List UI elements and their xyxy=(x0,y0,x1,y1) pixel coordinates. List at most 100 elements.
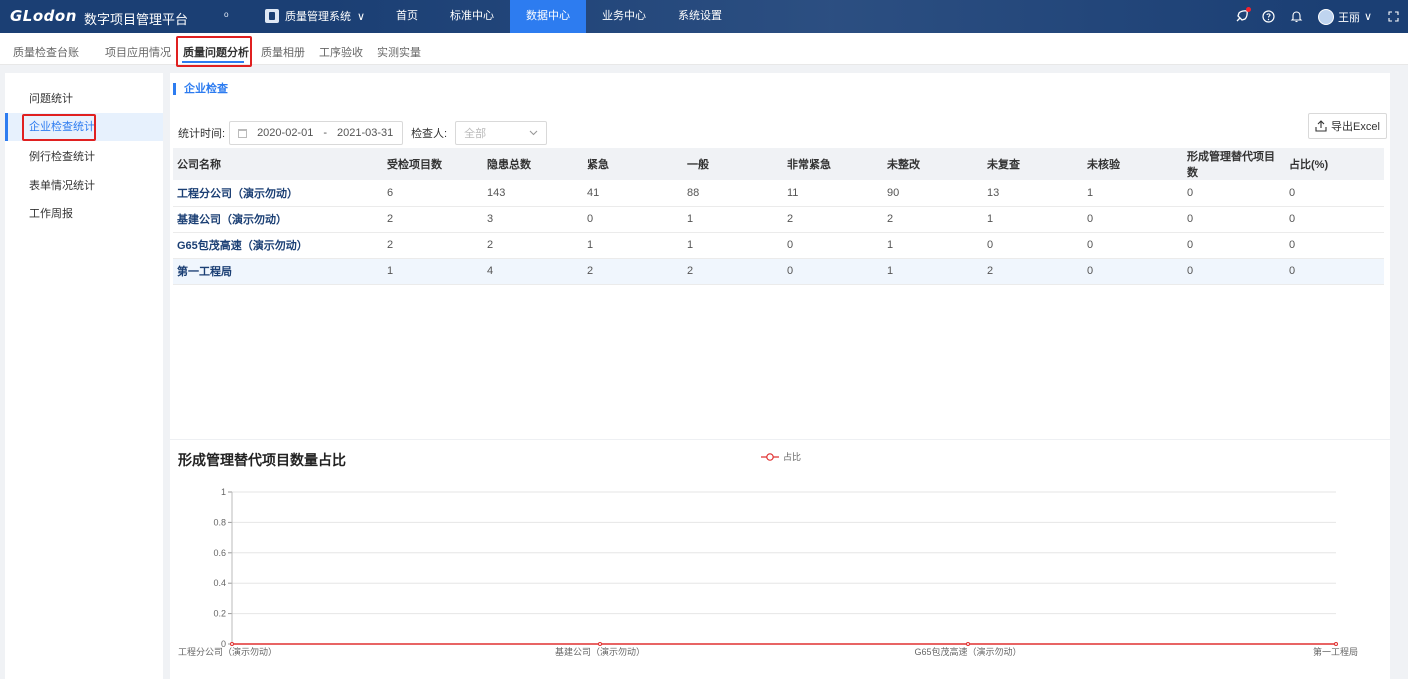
nav-system-settings[interactable]: 系统设置 xyxy=(662,0,738,33)
date-range-picker[interactable]: 2020-02-01 - 2021-03-31 xyxy=(229,121,404,145)
table-row: 基建公司（演示勿动） 2 3 0 1 2 2 1 0 0 0 xyxy=(173,206,1384,233)
chevron-down-icon: ∨ xyxy=(1363,11,1372,23)
inspector-label: 检查人: xyxy=(411,128,448,140)
tab-quality-issue-analysis[interactable]: 质量问题分析 xyxy=(183,44,249,60)
table-row: G65包茂高速（演示勿动） 2 2 1 1 0 1 0 0 0 0 xyxy=(173,232,1384,259)
table-cell: 3 xyxy=(483,206,583,233)
inspector-select[interactable]: 全部 xyxy=(455,121,548,145)
company-name-link[interactable]: G65包茂高速（演示勿动） xyxy=(173,232,383,259)
table-cell: 6 xyxy=(383,180,483,207)
system-selector[interactable]: 质量管理系统 ∨ xyxy=(265,8,365,24)
chevron-down-icon: ∨ xyxy=(357,10,366,23)
export-excel-label: 导出Excel xyxy=(1331,121,1380,133)
sidebar-item-routine-inspection-stats[interactable]: 例行检查统计 xyxy=(5,143,163,171)
table-cell: 2 xyxy=(483,232,583,259)
inspector-select-value: 全部 xyxy=(464,128,487,140)
tab-quality-album[interactable]: 质量相册 xyxy=(261,44,305,60)
tab-project-usage[interactable]: 项目应用情况 xyxy=(105,44,171,60)
x-tick-label: 工程分公司（演示勿动） xyxy=(178,646,277,657)
tab-process-acceptance[interactable]: 工序验收 xyxy=(319,44,363,60)
sidebar: 问题统计 企业检查统计 例行检查统计 表单情况统计 工作周报 xyxy=(5,73,163,679)
system-app-icon xyxy=(265,9,279,23)
platform-title: 数字项目管理平台 xyxy=(84,12,189,27)
enterprise-inspection-table: 公司名称 受检项目数 隐患总数 紧急 一般 非常紧急 未整改 未复查 未核验 形… xyxy=(173,148,1384,285)
chart-title: 形成管理替代项目数量占比 xyxy=(178,452,346,468)
rocket-icon[interactable] xyxy=(1234,6,1251,24)
fullscreen-icon[interactable] xyxy=(1386,10,1400,24)
table-cell: 2 xyxy=(383,232,483,259)
company-name-link[interactable]: 第一工程局 xyxy=(173,258,383,285)
table-row: 第一工程局 1 4 2 2 0 1 2 0 0 0 xyxy=(173,258,1384,285)
data-point xyxy=(230,642,234,646)
company-name-link[interactable]: 基建公司（演示勿动） xyxy=(173,206,383,233)
active-tab-indicator xyxy=(182,61,244,63)
system-selector-label: 质量管理系统 xyxy=(285,11,351,23)
table-cell: 1 xyxy=(683,232,783,259)
sidebar-item-weekly-report[interactable]: 工作周报 xyxy=(5,200,163,228)
top-right-tools: 王丽 ∨ xyxy=(1234,0,1400,33)
table-cell: 2 xyxy=(883,206,983,233)
column-header: 非常紧急 xyxy=(783,148,883,180)
export-icon xyxy=(1315,120,1327,132)
avatar xyxy=(1317,8,1334,25)
column-header: 受检项目数 xyxy=(383,148,483,180)
table-cell: 0 xyxy=(1285,258,1384,285)
y-tick-label: 0.4 xyxy=(213,578,226,588)
table-cell: 2 xyxy=(383,206,483,233)
line-chart: 00.20.40.60.81工程分公司（演示勿动） 基建公司（演示勿动） G65包茂… xyxy=(178,487,1358,657)
x-tick-label: G65包茂高速（演示勿动） xyxy=(914,646,1021,657)
notification-dot xyxy=(1245,6,1251,12)
org-switch-icon[interactable]: ᵒ xyxy=(224,9,229,23)
nav-standard-center[interactable]: 标准中心 xyxy=(434,0,510,33)
calendar-icon xyxy=(238,128,248,138)
chart-legend[interactable]: 占比 xyxy=(761,450,801,463)
chevron-down-icon xyxy=(529,127,538,139)
table-header-row: 公司名称 受检项目数 隐患总数 紧急 一般 非常紧急 未整改 未复查 未核验 形… xyxy=(173,148,1384,180)
main-nav: 首页 标准中心 数据中心 业务中心 系统设置 xyxy=(380,0,738,33)
table-cell: 1 xyxy=(883,258,983,285)
company-name-link[interactable]: 工程分公司（演示勿动） xyxy=(173,180,383,207)
user-menu[interactable]: 王丽 ∨ xyxy=(1317,8,1372,25)
column-header: 紧急 xyxy=(583,148,683,180)
table-cell: 1 xyxy=(683,206,783,233)
column-header: 未复查 xyxy=(983,148,1083,180)
column-header: 未整改 xyxy=(883,148,983,180)
table-cell: 88 xyxy=(683,180,783,207)
column-header: 占比(%) xyxy=(1285,148,1384,180)
section-divider xyxy=(170,439,1390,440)
nav-home[interactable]: 首页 xyxy=(380,0,434,33)
data-point xyxy=(1334,642,1338,646)
sidebar-item-enterprise-inspection-stats[interactable]: 企业检查统计 xyxy=(5,113,163,141)
table-cell: 1 xyxy=(583,232,683,259)
column-header: 形成管理替代项目数 xyxy=(1183,148,1285,180)
nav-business-center[interactable]: 业务中心 xyxy=(586,0,662,33)
table-cell: 2 xyxy=(583,258,683,285)
table-cell: 0 xyxy=(1083,232,1183,259)
table-cell: 1 xyxy=(883,232,983,259)
glodon-logo[interactable]: GLodon xyxy=(10,7,77,25)
bell-icon[interactable] xyxy=(1290,10,1304,24)
sidebar-item-issue-stats[interactable]: 问题统计 xyxy=(5,85,163,113)
table-cell: 0 xyxy=(1083,258,1183,285)
table-cell: 0 xyxy=(1183,206,1285,233)
legend-marker-icon xyxy=(761,452,779,461)
table-cell: 0 xyxy=(1183,232,1285,259)
section-title: 企业检查 xyxy=(173,83,228,95)
export-excel-button[interactable]: 导出Excel xyxy=(1308,113,1387,139)
table-cell: 1 xyxy=(383,258,483,285)
y-tick-label: 1 xyxy=(221,487,226,497)
table-cell: 2 xyxy=(683,258,783,285)
table-cell: 0 xyxy=(783,258,883,285)
help-icon[interactable] xyxy=(1262,10,1276,24)
time-label: 统计时间: xyxy=(178,128,226,140)
tab-actual-measurement[interactable]: 实测实量 xyxy=(377,44,421,60)
tab-quality-ledger[interactable]: 质量检查台账 xyxy=(13,44,79,60)
y-tick-label: 0.8 xyxy=(213,517,226,527)
table-cell: 2 xyxy=(983,258,1083,285)
sidebar-item-form-stats[interactable]: 表单情况统计 xyxy=(5,172,163,200)
table-cell: 4 xyxy=(483,258,583,285)
table-cell: 0 xyxy=(1083,206,1183,233)
nav-data-center[interactable]: 数据中心 xyxy=(510,0,586,33)
table-cell: 0 xyxy=(1285,180,1384,207)
top-bar: GLodon 数字项目管理平台 ᵒ 质量管理系统 ∨ 首页 标准中心 数据中心 … xyxy=(0,0,1408,33)
